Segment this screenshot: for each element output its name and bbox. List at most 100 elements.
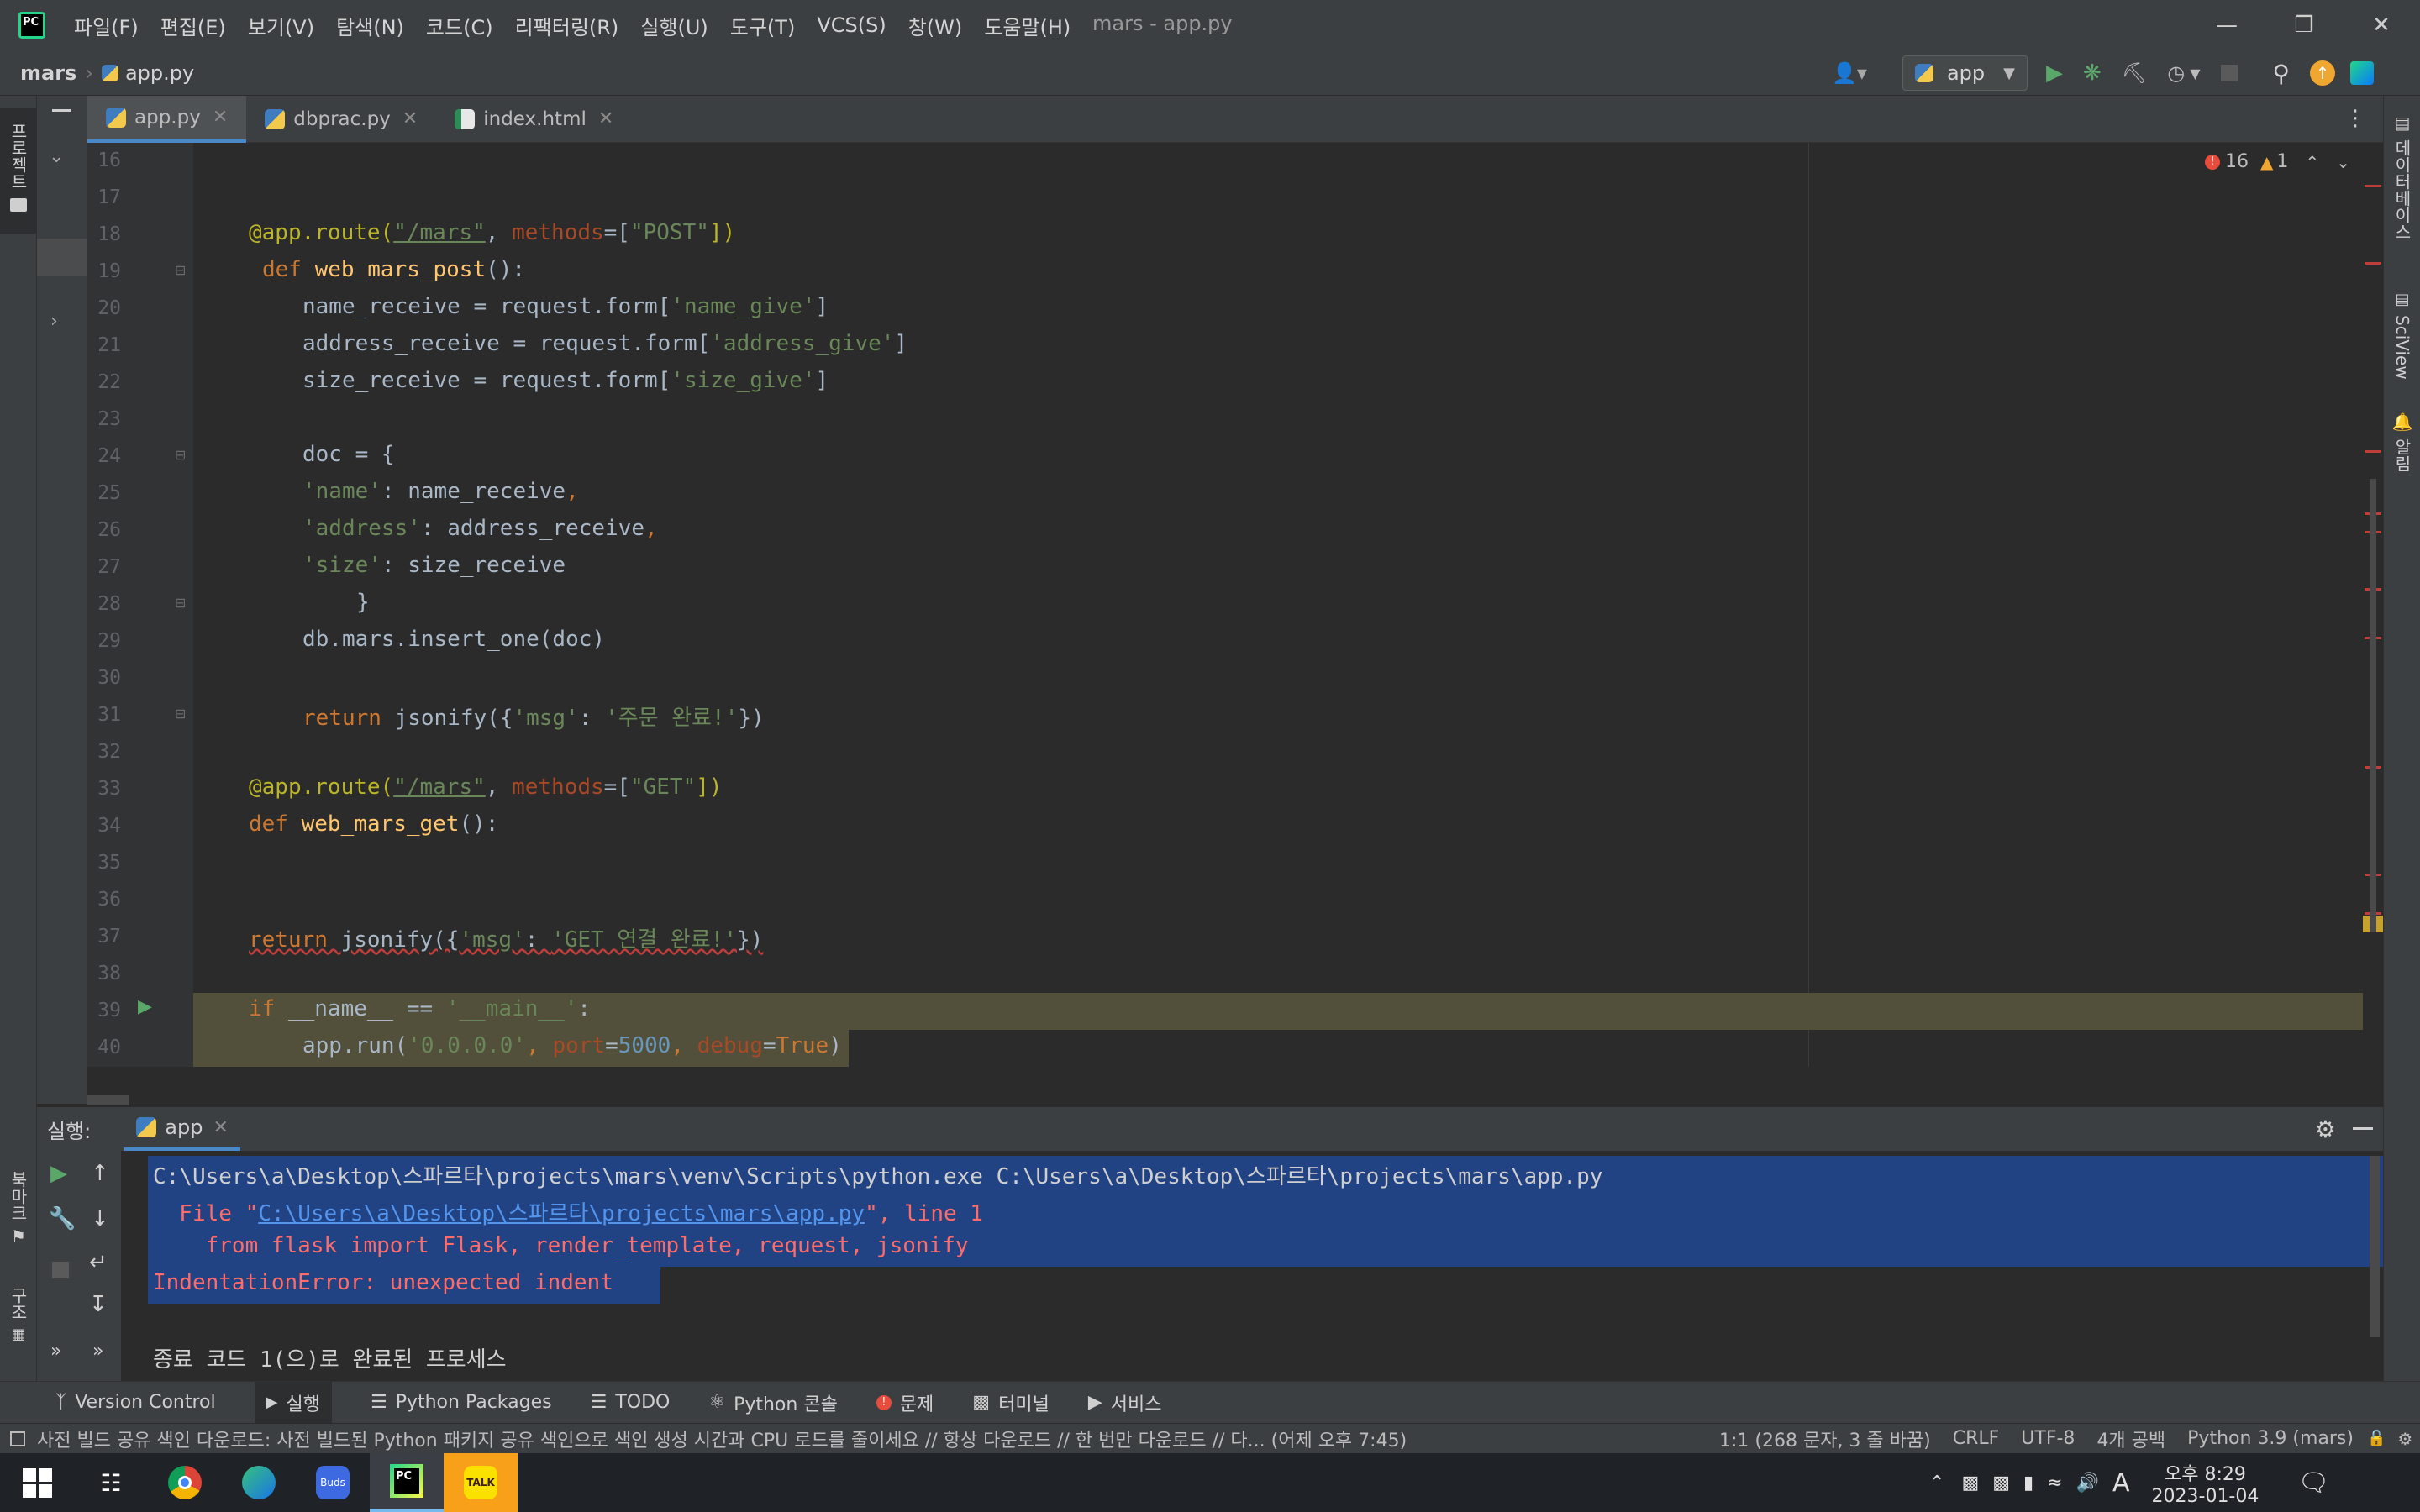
menu-navigate[interactable]: 탐색(N) xyxy=(336,11,404,40)
debug-icon[interactable]: ❋ xyxy=(2083,60,2102,86)
tab-index-html[interactable]: index.html ✕ xyxy=(436,96,632,143)
wrench-icon[interactable]: 🔧 xyxy=(49,1206,76,1231)
caret-position[interactable]: 1:1 (268 문자, 3 줄 바꿈) xyxy=(1719,1425,1931,1452)
tab-terminal[interactable]: ▩ 터미널 xyxy=(972,1389,1050,1416)
tab-dbprac-py[interactable]: dbprac.py ✕ xyxy=(246,96,436,143)
more-icon[interactable]: » xyxy=(92,1341,103,1362)
fold-icon[interactable]: ⊟ xyxy=(175,706,186,722)
menu-code[interactable]: 코드(C) xyxy=(426,11,493,40)
coverage-icon[interactable]: ⛏ xyxy=(2122,61,2147,85)
menu-view[interactable]: 보기(V) xyxy=(248,11,314,40)
menu-vcs[interactable]: VCS(S) xyxy=(817,13,886,37)
arrow-down-icon[interactable]: ↓ xyxy=(91,1206,109,1231)
scrollbar-thumb[interactable] xyxy=(2370,479,2376,932)
tab-python-packages[interactable]: ☰ Python Packages xyxy=(371,1392,552,1413)
close-icon[interactable]: ✕ xyxy=(402,108,418,129)
start-button[interactable] xyxy=(0,1453,74,1512)
profile-icon[interactable]: ◷ xyxy=(2167,61,2185,85)
tree-item[interactable] xyxy=(37,239,87,276)
minimize-button[interactable]: — xyxy=(2188,0,2265,50)
chevron-down-icon[interactable]: ▼ xyxy=(2190,66,2200,81)
interpreter[interactable]: Python 3.9 (mars) xyxy=(2187,1428,2354,1449)
layout-icon[interactable] xyxy=(10,1431,25,1446)
jetbrains-toolbox-icon[interactable] xyxy=(2350,61,2375,85)
tab-run[interactable]: ▶ 실행 xyxy=(254,1381,332,1424)
scroll-to-end-icon[interactable]: ↧ xyxy=(89,1292,108,1317)
soft-wrap-icon[interactable]: ↵ xyxy=(89,1250,108,1275)
rerun-icon[interactable]: ▶ xyxy=(50,1161,67,1186)
task-view-button[interactable]: ☷ xyxy=(74,1453,148,1512)
indent-setting[interactable]: 4개 공백 xyxy=(2096,1425,2165,1452)
kakaotalk-app[interactable]: TALK xyxy=(444,1453,518,1512)
ime-indicator[interactable]: A xyxy=(2112,1468,2130,1498)
restore-button[interactable]: ❐ xyxy=(2265,0,2343,50)
menu-file[interactable]: 파일(F) xyxy=(74,11,139,40)
gear-icon[interactable]: ⚙ xyxy=(2315,1116,2336,1143)
error-marker[interactable] xyxy=(2365,450,2381,453)
close-window-button[interactable]: ✕ xyxy=(2343,0,2420,50)
database-tool-button[interactable]: ▤ 데이터베이스 xyxy=(2384,113,2420,281)
stop-icon[interactable] xyxy=(52,1262,69,1278)
chevron-up-icon[interactable]: ⌃ xyxy=(2305,152,2319,172)
traceback-file-link[interactable]: C:\Users\a\Desktop\스파르타\projects\mars\ap… xyxy=(258,1201,865,1226)
bookmarks-tool-button[interactable]: 북마크 ⚑ xyxy=(0,1171,37,1263)
notifications-tool-button[interactable]: 🔔 알림 xyxy=(2384,412,2420,504)
chrome-app[interactable] xyxy=(148,1453,222,1512)
close-icon[interactable]: ✕ xyxy=(598,108,613,129)
line-separator[interactable]: CRLF xyxy=(1953,1428,2000,1449)
user-icon[interactable]: 👤▾ xyxy=(1832,61,1867,85)
structure-tool-button[interactable]: 구조 ▦ xyxy=(0,1287,37,1371)
tab-python-console[interactable]: ⚛ Python 콘솔 xyxy=(708,1389,837,1416)
tray-app-icon[interactable]: ▩ xyxy=(1961,1473,1979,1494)
sciview-tool-button[interactable]: ▤ SciView xyxy=(2384,291,2420,417)
hide-panel-icon[interactable] xyxy=(2353,1127,2373,1130)
breadcrumb-file[interactable]: app.py xyxy=(125,61,194,85)
run-icon[interactable]: ▶ xyxy=(2046,60,2063,86)
stop-icon[interactable] xyxy=(2220,65,2238,81)
battery-icon[interactable]: ▮ xyxy=(2023,1473,2033,1494)
breadcrumb-project[interactable]: mars xyxy=(20,61,76,85)
search-icon[interactable]: ⚲ xyxy=(2273,60,2291,87)
buds-app[interactable]: Buds xyxy=(296,1453,370,1512)
pycharm-logo-icon[interactable]: PC xyxy=(18,12,45,39)
more-icon[interactable]: » xyxy=(50,1341,61,1362)
pycharm-app[interactable]: PC xyxy=(370,1453,444,1512)
menu-window[interactable]: 창(W) xyxy=(908,11,963,40)
fold-icon[interactable]: ⊟ xyxy=(175,595,186,611)
scrollbar-thumb[interactable] xyxy=(2370,1156,2380,1337)
status-message[interactable]: 사전 빌드 공유 색인 다운로드: 사전 빌드된 Python 패키지 공유 색… xyxy=(37,1425,1659,1452)
error-marker[interactable] xyxy=(2365,262,2381,265)
menu-edit[interactable]: 편집(E) xyxy=(160,11,226,40)
chevron-right-icon[interactable]: › xyxy=(50,311,58,332)
close-icon[interactable]: ✕ xyxy=(213,107,228,128)
close-icon[interactable]: ✕ xyxy=(213,1117,228,1138)
error-stripe[interactable] xyxy=(2363,143,2383,1067)
run-gutter-icon[interactable]: ▶ xyxy=(138,996,152,1017)
chevron-up-icon[interactable]: ⌃ xyxy=(1929,1473,1944,1494)
run-config-selector[interactable]: app ▼ xyxy=(1902,55,2028,91)
notification-center-icon[interactable]: 🗨 xyxy=(2297,1468,2329,1498)
tab-problems[interactable]: ! 문제 xyxy=(876,1389,934,1416)
inspection-widget[interactable]: ! 16 ▲ 1 ⌃ ⌄ xyxy=(2205,151,2350,172)
run-console[interactable]: ▶ ↑ 🔧 ↓ ↵ ↧ » » C:\Users\a\Desktop\스파르타\… xyxy=(37,1151,2383,1381)
fold-icon[interactable]: ⊟ xyxy=(175,262,186,278)
clock[interactable]: 오후 8:29 2023-01-04 xyxy=(2152,1459,2260,1507)
menu-tools[interactable]: 도구(T) xyxy=(730,11,796,40)
hide-panel-icon[interactable] xyxy=(52,109,71,112)
arrow-up-icon[interactable]: ↑ xyxy=(91,1161,109,1186)
code-editor[interactable]: 16 17 18 19 20 21 22 23 24 25 26 27 28 2… xyxy=(87,143,2383,1067)
inspection-settings-icon[interactable]: ⚙ xyxy=(2397,1429,2412,1449)
menu-help[interactable]: 도움말(H) xyxy=(984,11,1071,40)
update-icon[interactable]: ↑ xyxy=(2310,60,2336,86)
volume-icon[interactable]: 🔊 xyxy=(2076,1473,2099,1494)
fold-icon[interactable]: ⊟ xyxy=(175,447,186,463)
menu-run[interactable]: 실행(U) xyxy=(640,11,708,40)
tab-todo[interactable]: ☰ TODO xyxy=(591,1392,671,1413)
wifi-icon[interactable]: ≈ xyxy=(2047,1473,2062,1494)
more-options-icon[interactable]: ⋮ xyxy=(2344,106,2366,131)
file-encoding[interactable]: UTF-8 xyxy=(2021,1428,2075,1449)
tab-version-control[interactable]: ᛉ Version Control xyxy=(55,1392,216,1413)
chevron-down-icon[interactable]: ⌄ xyxy=(49,146,64,167)
chevron-down-icon[interactable]: ⌄ xyxy=(2336,152,2350,172)
tab-app-py[interactable]: app.py ✕ xyxy=(87,95,247,143)
